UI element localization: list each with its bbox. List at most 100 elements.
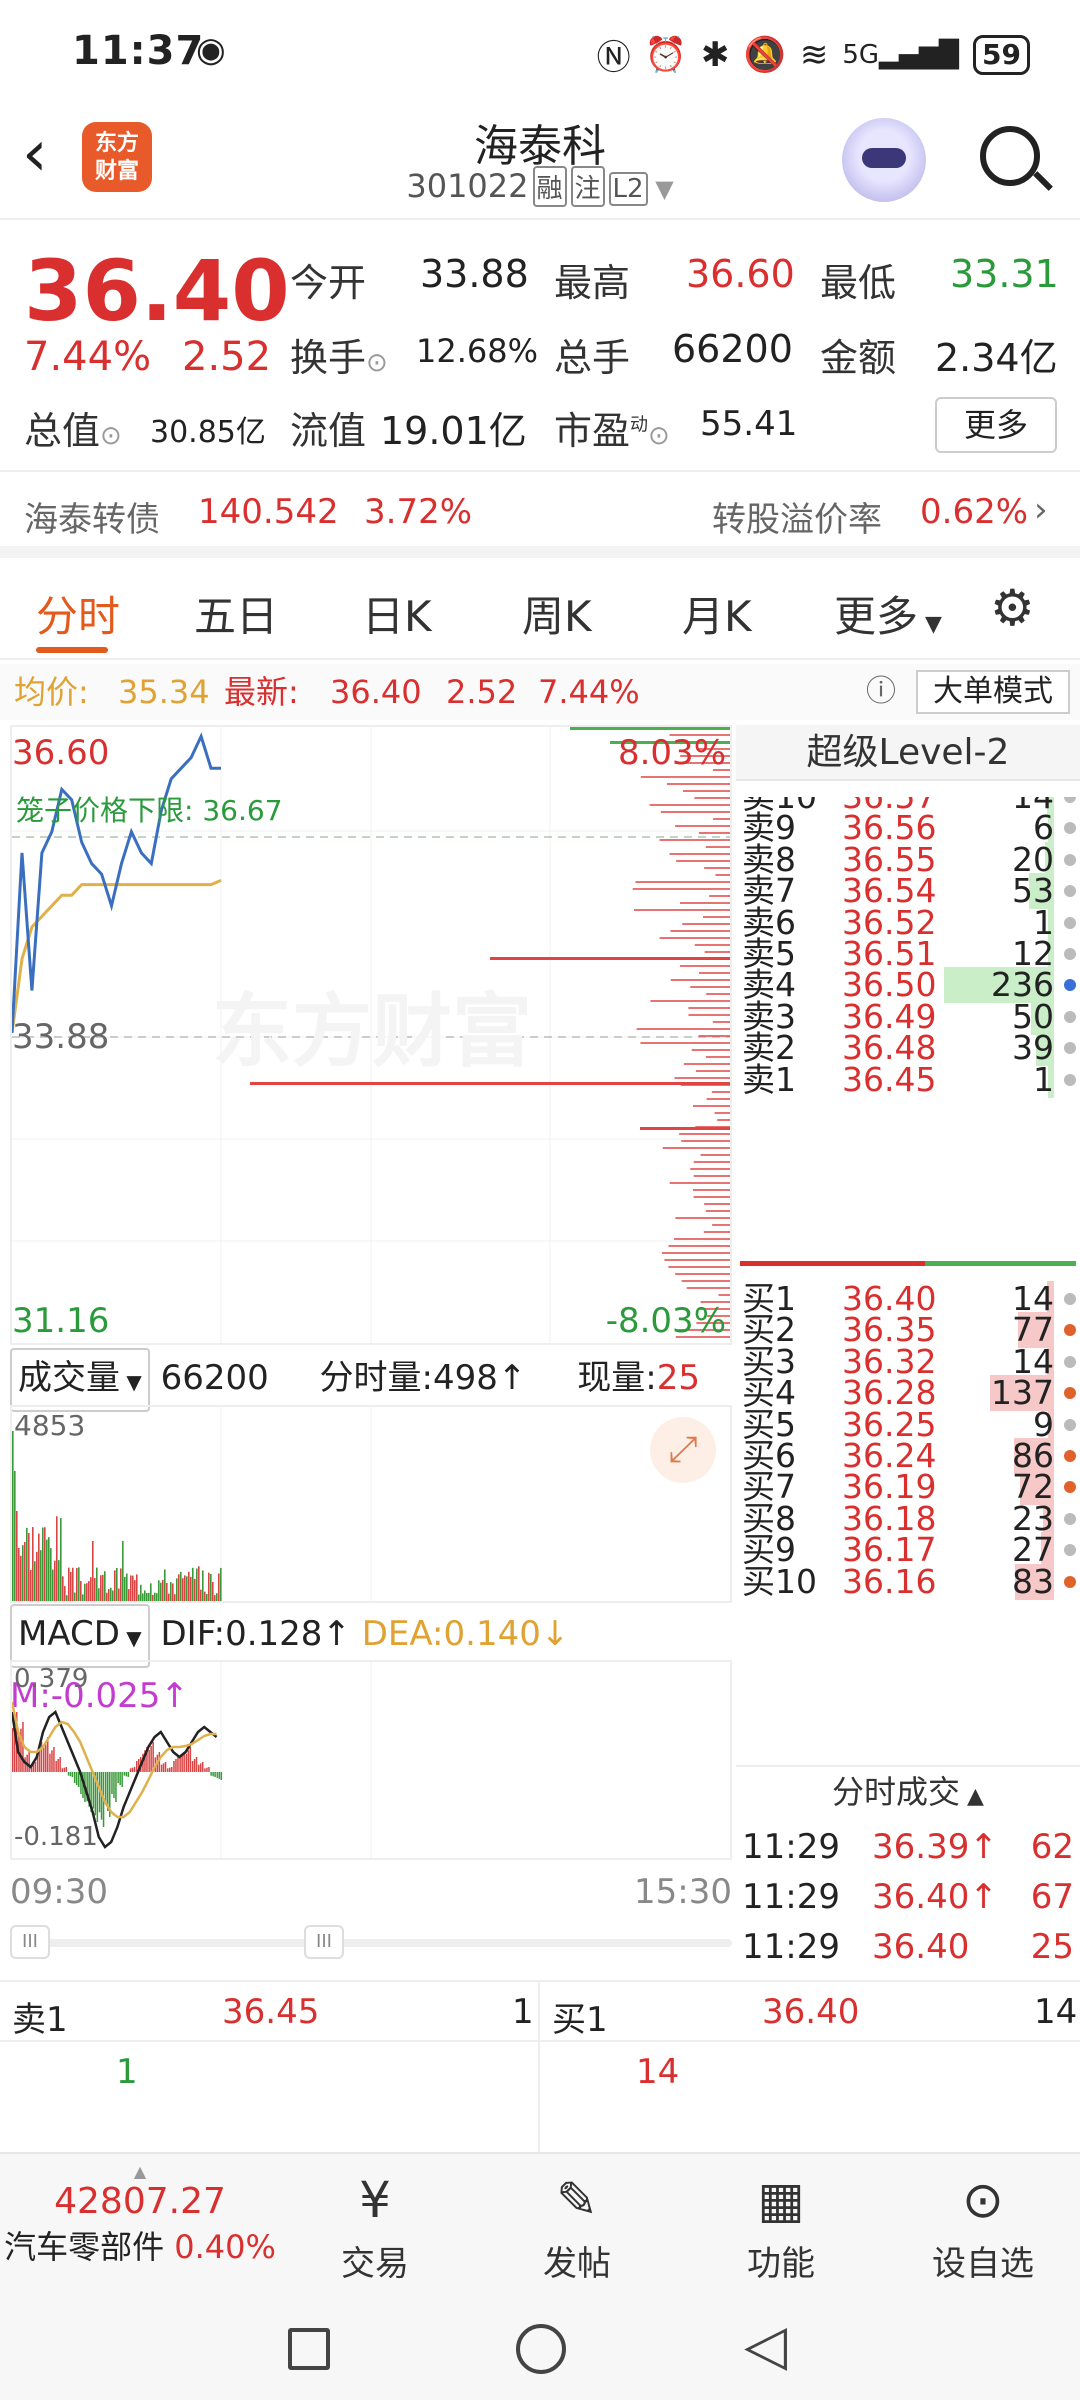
macd-bar <box>123 1772 126 1776</box>
expand-icon[interactable]: ⤢ <box>650 1417 716 1483</box>
amount-value: 2.34亿 <box>935 336 1058 380</box>
volume-bar <box>190 1576 192 1601</box>
yen-cycle-icon: ¥ <box>359 2171 391 2229</box>
depth-bar <box>706 1098 730 1100</box>
bid-row[interactable]: 买10 36.16 83 <box>742 1558 1078 1606</box>
depth-bar <box>703 1231 730 1233</box>
volume-bar <box>84 1583 86 1601</box>
home-icon[interactable] <box>516 2324 566 2374</box>
bottom-toolbar: ▲ 42807.27 汽车零部件 0.40% ¥ 交易 ✎ 发帖 ▦ 功能 ⊙ 设自选 <box>0 2152 1080 2292</box>
trades-title[interactable]: 分时成交 ▲ <box>736 1765 1080 1815</box>
macd-bottom-label: -0.181 <box>14 1822 98 1852</box>
macd-bar <box>179 1757 181 1772</box>
convertible-bond-row[interactable]: 海泰转债 140.542 3.72% 转股溢价率 0.62% › <box>0 470 1080 558</box>
trade-button[interactable]: ¥ 交易 <box>310 2164 440 2285</box>
big-order-mode-button[interactable]: 大单模式 <box>916 670 1070 714</box>
depth-bar <box>692 1189 730 1191</box>
depth-bar <box>718 1294 730 1296</box>
scroller-right-handle[interactable]: III <box>304 1925 344 1959</box>
time-range-scroller[interactable]: III III <box>10 1925 732 1961</box>
dif-value: 0.128 <box>225 1614 323 1654</box>
sector-index-value: 42807.27 <box>54 2181 226 2222</box>
tick-trades-panel: 分时成交 ▲ 11:29 36.39↑ 62 11:29 36.40↑ 67 11:29 36… <box>736 1765 1080 1980</box>
macd-bar <box>133 1767 136 1772</box>
volume-bar <box>124 1576 126 1601</box>
volume-bar <box>130 1575 132 1601</box>
tag-margin: 融 <box>532 166 567 207</box>
mcap-label: 总值⊙ <box>24 409 122 453</box>
dea-value: 0.140 <box>443 1614 541 1654</box>
macd-bar <box>115 1772 117 1802</box>
macd-bar <box>117 1772 119 1783</box>
depth-bar <box>713 818 730 820</box>
depth-bar <box>675 825 730 827</box>
macd-chart[interactable]: 0.379 -0.181 <box>10 1660 732 1860</box>
level-qty: 83 <box>1012 1561 1054 1601</box>
more-button[interactable]: 更多 <box>935 397 1057 453</box>
trade-qty: 67 <box>1030 1877 1074 1917</box>
latest-change: 2.52 <box>446 673 518 711</box>
volume-chart[interactable]: 4853 ⤢ <box>10 1405 732 1603</box>
activity-dot-icon <box>1064 853 1076 866</box>
nfc-icon: Ⓝ <box>596 38 631 78</box>
volume-bar <box>40 1550 42 1601</box>
latest-label: 最新: <box>224 673 299 711</box>
volume-bar <box>112 1590 114 1601</box>
tab-weekly-k[interactable]: 周K <box>522 583 592 644</box>
assistant-avatar-icon[interactable] <box>842 118 926 202</box>
volume-bar <box>72 1567 74 1601</box>
macd-bar <box>125 1772 128 1777</box>
volume-bar <box>108 1589 110 1601</box>
depth-bar <box>699 972 730 974</box>
volume-indicator-dropdown[interactable]: 成交量 ▼ <box>10 1348 150 1412</box>
macd-bar <box>181 1754 183 1772</box>
help-icon[interactable]: ⓘ <box>866 664 896 720</box>
edit-icon: ✎ <box>556 2171 598 2229</box>
volume-bar <box>98 1588 100 1601</box>
volume-bar <box>160 1582 162 1601</box>
recent-apps-icon[interactable] <box>288 2328 330 2370</box>
functions-button[interactable]: ▦ 功能 <box>716 2164 846 2285</box>
ask-row[interactable]: 卖1 36.45 1 <box>742 1056 1078 1104</box>
macd-bar <box>214 1772 216 1777</box>
add-watchlist-button[interactable]: ⊙ 设自选 <box>918 2164 1048 2285</box>
depth-bar <box>669 853 730 855</box>
back-nav-icon[interactable]: ◁ <box>744 2318 787 2374</box>
spread-divider <box>740 1261 1076 1266</box>
tab-five-day[interactable]: 五日 <box>194 583 278 644</box>
tab-underline <box>36 647 108 653</box>
tab-more[interactable]: 更多 ▼ <box>834 583 942 644</box>
volume-bar <box>56 1516 58 1601</box>
sector-index-widget[interactable]: ▲ 42807.27 汽车零部件 0.40% <box>0 2162 280 2268</box>
search-icon[interactable] <box>980 126 1040 186</box>
level2-title: 超级Level-2 <box>736 725 1080 781</box>
post-button[interactable]: ✎ 发帖 <box>512 2164 642 2285</box>
volume-bar <box>30 1569 32 1601</box>
macd-bar <box>78 1772 80 1787</box>
scroller-left-handle[interactable]: III <box>10 1925 50 1959</box>
volume-bar <box>80 1581 82 1601</box>
settings-gear-icon[interactable]: ⚙ <box>990 579 1035 637</box>
volume-bar <box>100 1575 102 1601</box>
volume-bar <box>114 1570 116 1601</box>
macd-bar <box>53 1747 55 1772</box>
depth-bar <box>679 1133 730 1135</box>
trade-row: 11:29 36.39↑ 62 <box>742 1823 1078 1871</box>
volume-bar <box>188 1571 190 1601</box>
best-quote-panel: 卖1 36.45 1 1 买1 36.40 14 14 <box>0 1980 1080 2152</box>
top-price-label: 36.60 <box>12 733 110 773</box>
tab-daily-k[interactable]: 日K <box>362 583 432 644</box>
intraday-chart[interactable]: 36.60 8.03% 笼子价格下限: 36.67 东方财富 33.88 31.… <box>10 725 732 1345</box>
macd-indicator-dropdown[interactable]: MACD ▼ <box>10 1604 150 1668</box>
volume-bar <box>32 1527 34 1601</box>
best-bid-label: 买1 <box>552 2000 608 2040</box>
macd-bar <box>189 1747 192 1772</box>
time-end: 15:30 <box>634 1872 732 1912</box>
volume-bar <box>44 1527 46 1601</box>
tab-monthly-k[interactable]: 月K <box>682 583 752 644</box>
best-ask-qty: 1 <box>512 1992 534 2032</box>
volume-bar <box>118 1588 120 1601</box>
tab-intraday[interactable]: 分时 <box>36 583 120 644</box>
volume-bar <box>150 1583 152 1601</box>
depth-bar <box>683 1063 730 1065</box>
